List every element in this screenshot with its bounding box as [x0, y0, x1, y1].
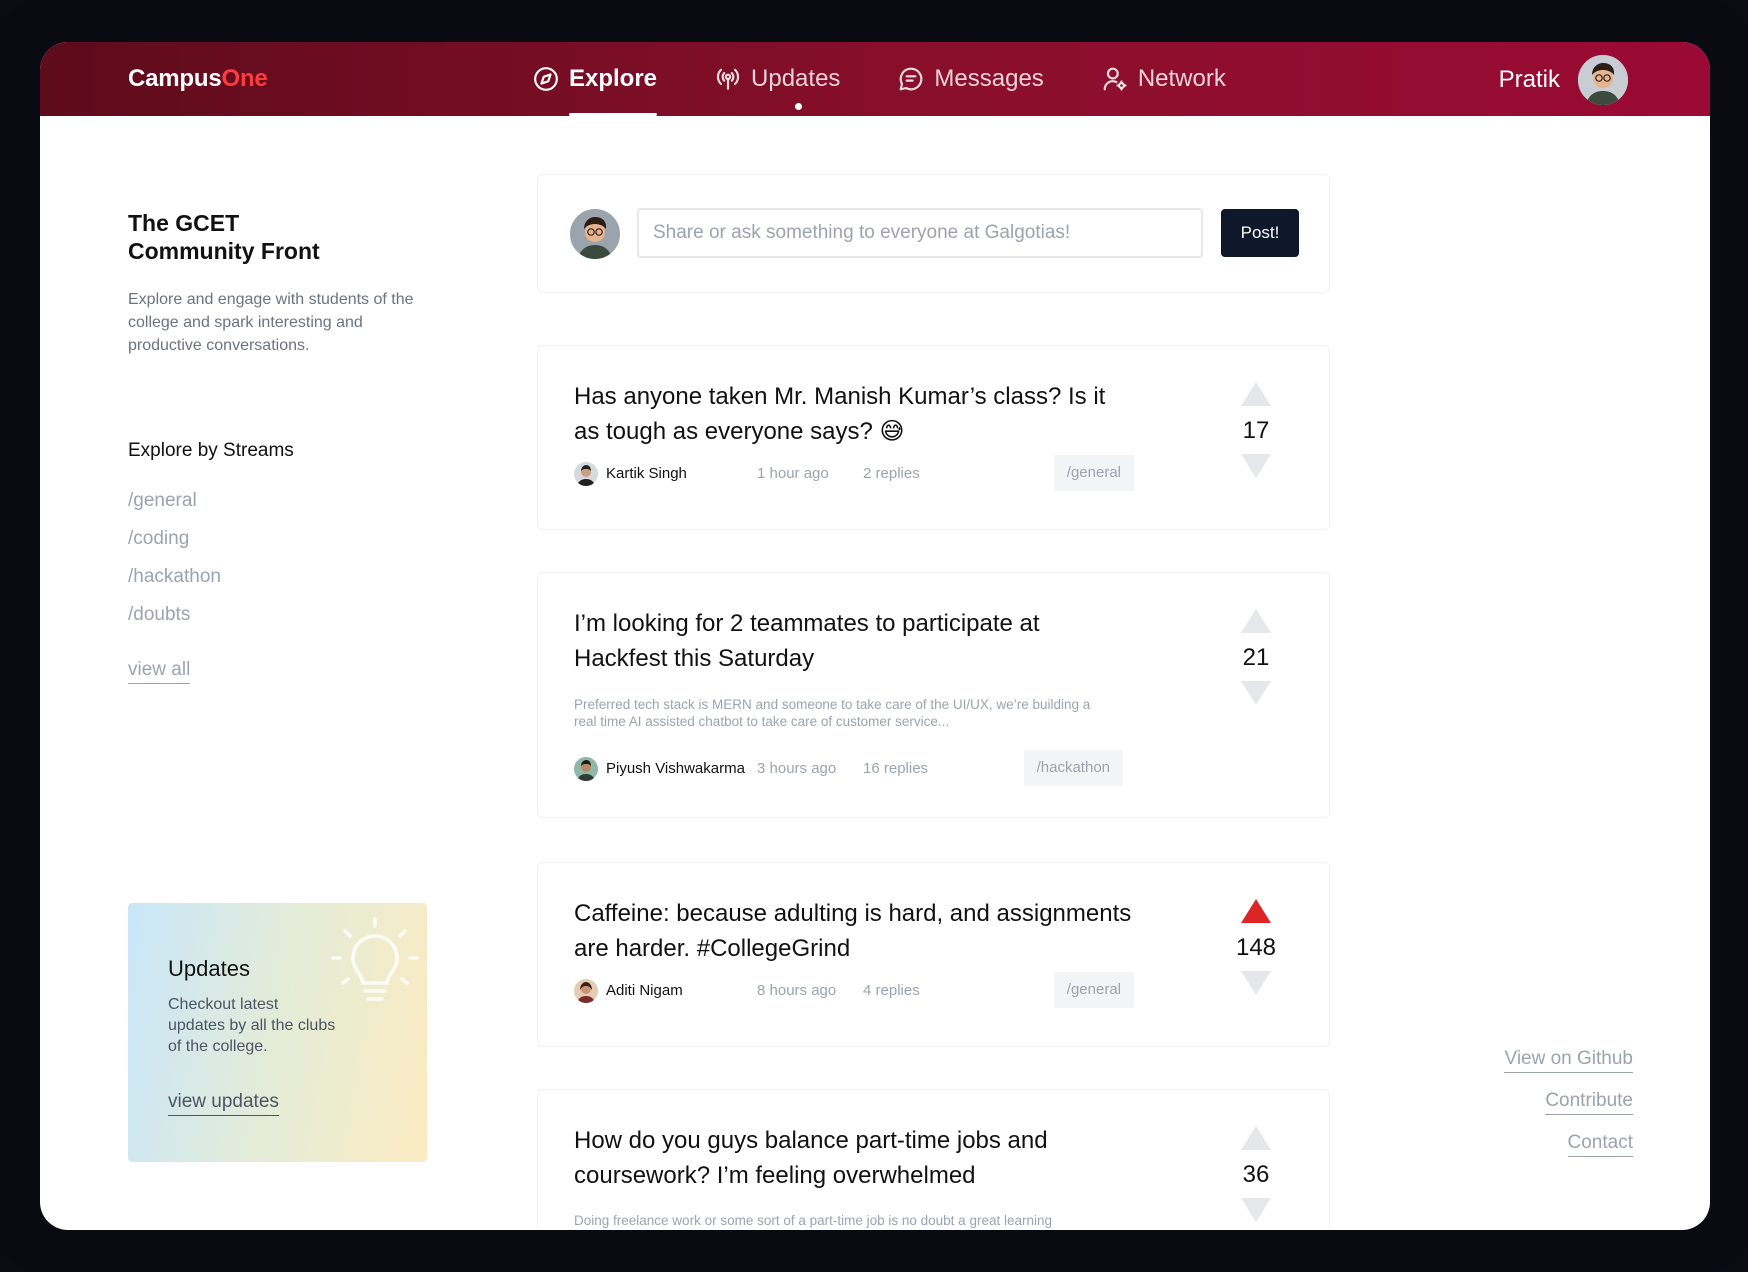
author-avatar	[574, 757, 598, 781]
view-all-streams-link[interactable]: view all	[128, 659, 191, 684]
user-network-icon	[1103, 67, 1127, 91]
downvote-icon[interactable]	[1241, 1198, 1271, 1222]
stream-link-coding[interactable]: /coding	[128, 527, 221, 565]
post-replies[interactable]: 16 replies	[863, 760, 928, 777]
streams-heading: Explore by Streams	[128, 440, 294, 461]
author-avatar	[574, 979, 598, 1003]
lightbulb-icon	[331, 917, 419, 1001]
user-avatar[interactable]	[1578, 55, 1628, 105]
post-replies[interactable]: 2 replies	[863, 465, 920, 482]
app-screen: CampusOne Explore Updates Messages Netwo…	[40, 42, 1710, 1230]
vote-widget: 36	[1226, 1126, 1286, 1222]
downvote-icon[interactable]	[1241, 681, 1271, 705]
avatar-illustration	[570, 209, 620, 259]
logo-text-main: Campus	[128, 65, 222, 92]
vote-count: 17	[1242, 417, 1270, 444]
view-updates-link[interactable]: view updates	[168, 1091, 279, 1116]
upvote-icon[interactable]	[1241, 609, 1271, 633]
upvote-icon[interactable]	[1241, 1126, 1271, 1150]
post-card[interactable]: I’m looking for 2 teammates to participa…	[537, 572, 1330, 818]
nav-tab-messages[interactable]: Messages	[898, 42, 1044, 116]
logo-text-accent: One	[221, 65, 268, 92]
device-frame: CampusOne Explore Updates Messages Netwo…	[0, 0, 1748, 1272]
nav-tab-explore[interactable]: Explore	[533, 42, 658, 116]
nav-tab-label: Explore	[569, 65, 658, 92]
post-composer: Post!	[537, 174, 1330, 293]
upvote-active-icon[interactable]	[1241, 899, 1271, 923]
post-title[interactable]: How do you guys balance part-time jobs a…	[574, 1123, 1134, 1193]
avatar-illustration	[1578, 55, 1628, 105]
notification-dot	[795, 103, 803, 110]
post-author[interactable]: Piyush Vishwakarma	[606, 760, 745, 777]
post-meta: Kartik Singh 1 hour ago 2 replies /gener…	[574, 455, 1134, 491]
upvote-icon[interactable]	[1241, 382, 1271, 406]
avatar-illustration	[574, 757, 598, 781]
contact-link[interactable]: Contact	[1567, 1132, 1633, 1157]
post-title[interactable]: Caffeine: because adulting is hard, and …	[574, 896, 1134, 966]
post-tag[interactable]: /general	[1053, 455, 1134, 491]
nav-tab-network[interactable]: Network	[1102, 42, 1226, 116]
main-nav: Explore Updates Messages Network	[533, 42, 1284, 116]
post-card[interactable]: Caffeine: because adulting is hard, and …	[537, 862, 1330, 1047]
avatar-illustration	[574, 979, 598, 1003]
post-title[interactable]: I’m looking for 2 teammates to participa…	[574, 606, 1134, 676]
community-title: The GCET Community Front	[128, 210, 320, 264]
community-description: Explore and engage with students of the …	[128, 291, 414, 354]
stream-list: /general /coding /hackathon /doubts	[128, 489, 221, 641]
vote-count: 148	[1235, 934, 1277, 961]
composer-avatar	[570, 209, 620, 259]
chat-icon	[900, 67, 923, 91]
updates-card-text: Checkout latest updates by all the clubs…	[168, 996, 336, 1055]
updates-card: Updates Checkout latest updates by all t…	[128, 903, 427, 1162]
contribute-link[interactable]: Contribute	[1545, 1090, 1633, 1115]
author-avatar	[574, 462, 598, 486]
post-author[interactable]: Kartik Singh	[606, 465, 687, 482]
post-time: 1 hour ago	[757, 465, 829, 482]
post-meta: Piyush Vishwakarma 3 hours ago 16 replie…	[574, 750, 1123, 786]
post-card[interactable]: How do you guys balance part-time jobs a…	[537, 1089, 1330, 1230]
updates-card-title: Updates	[168, 956, 250, 981]
composer-input[interactable]	[637, 208, 1203, 258]
user-menu[interactable]: Pratik	[1499, 55, 1628, 105]
downvote-icon[interactable]	[1241, 971, 1271, 995]
stream-link-hackathon[interactable]: /hackathon	[128, 565, 221, 603]
compass-icon	[534, 67, 558, 91]
post-tag[interactable]: /hackathon	[1023, 750, 1123, 786]
nav-tab-updates[interactable]: Updates	[715, 42, 840, 116]
post-time: 3 hours ago	[757, 760, 837, 777]
nav-tab-label: Updates	[751, 65, 841, 92]
vote-count: 36	[1242, 1161, 1270, 1188]
active-tab-indicator	[569, 113, 658, 116]
post-card[interactable]: Has anyone taken Mr. Manish Kumar’s clas…	[537, 345, 1330, 530]
vote-count: 21	[1242, 644, 1270, 671]
stream-link-general[interactable]: /general	[128, 489, 221, 527]
post-button[interactable]: Post!	[1221, 209, 1299, 257]
stream-link-doubts[interactable]: /doubts	[128, 603, 221, 641]
github-link[interactable]: View on Github	[1504, 1048, 1633, 1073]
post-excerpt: Doing freelance work or some sort of a p…	[574, 1213, 1052, 1228]
downvote-icon[interactable]	[1241, 454, 1271, 478]
post-author[interactable]: Aditi Nigam	[606, 982, 683, 999]
vote-widget: 17	[1226, 382, 1286, 478]
avatar-illustration	[574, 462, 598, 486]
vote-widget: 21	[1226, 609, 1286, 705]
post-replies[interactable]: 4 replies	[863, 982, 920, 999]
vote-widget: 148	[1226, 899, 1286, 995]
post-excerpt: Preferred tech stack is MERN and someone…	[574, 697, 1091, 729]
post-meta: Aditi Nigam 8 hours ago 4 replies /gener…	[574, 972, 1134, 1008]
post-title[interactable]: Has anyone taken Mr. Manish Kumar’s clas…	[574, 379, 1134, 449]
post-tag[interactable]: /general	[1053, 972, 1134, 1008]
user-name: Pratik	[1498, 66, 1560, 93]
nav-tab-label: Messages	[934, 65, 1044, 92]
app-logo[interactable]: CampusOne	[128, 65, 268, 93]
post-time: 8 hours ago	[757, 982, 837, 999]
top-navbar: CampusOne Explore Updates Messages Netwo…	[40, 42, 1710, 116]
broadcast-icon	[716, 68, 740, 90]
nav-tab-label: Network	[1137, 65, 1226, 92]
